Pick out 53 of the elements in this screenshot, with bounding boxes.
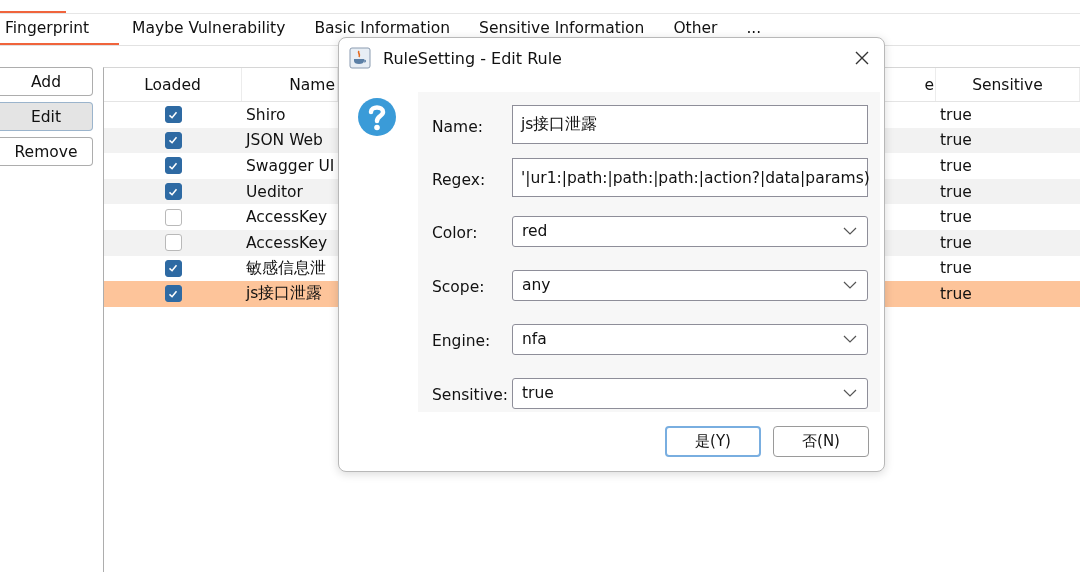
- checkbox[interactable]: [164, 106, 182, 124]
- table-cell: 敏感信息泄: [246, 257, 326, 279]
- side-button[interactable]: Edit: [0, 102, 93, 131]
- chevron-down-icon: [843, 227, 857, 235]
- field-label: Regex:: [432, 169, 487, 189]
- checkbox[interactable]: [164, 285, 182, 303]
- table-cell: true: [940, 157, 972, 175]
- table-cell: Shiro: [246, 105, 286, 124]
- table-cell: AccessKey: [246, 208, 328, 227]
- side-button[interactable]: Add: [0, 67, 93, 96]
- checkbox[interactable]: [164, 259, 182, 277]
- dialog-button[interactable]: 是(Y): [665, 426, 761, 457]
- table-cell: Swagger UI: [246, 157, 335, 175]
- field-label: Engine:: [432, 331, 492, 350]
- table-cell: true: [940, 208, 972, 227]
- table-cell: true: [940, 284, 972, 303]
- table-cell: Ueditor: [246, 182, 303, 201]
- dropdown[interactable]: nfa: [512, 323, 868, 355]
- question-icon: [357, 97, 397, 137]
- field-label: Name:: [432, 116, 484, 136]
- table-cell: true: [940, 182, 972, 201]
- checkbox[interactable]: [164, 208, 182, 226]
- table-cell: true: [940, 233, 972, 252]
- chevron-down-icon: [843, 389, 857, 397]
- checkbox[interactable]: [164, 234, 182, 252]
- dropdown[interactable]: red: [512, 215, 868, 247]
- tab[interactable]: Fingerprint: [0, 14, 120, 45]
- table-cell: AccessKey: [246, 233, 328, 252]
- dialog-button[interactable]: 否(N): [773, 426, 869, 457]
- close-icon[interactable]: [854, 50, 870, 66]
- chevron-down-icon: [843, 281, 857, 289]
- checkbox[interactable]: [164, 183, 182, 201]
- side-button[interactable]: Remove: [0, 137, 93, 166]
- table-cell: JSON Web: [246, 131, 323, 150]
- checkbox[interactable]: [164, 131, 182, 149]
- dropdown[interactable]: any: [512, 269, 868, 301]
- tab[interactable]: Maybe Vulnerability: [127, 14, 291, 45]
- table-cell: true: [940, 259, 972, 278]
- field-label: Color:: [432, 223, 479, 242]
- column-header[interactable]: Loaded: [104, 68, 242, 101]
- column-header[interactable]: Sensitive: [936, 68, 1080, 101]
- field-label: Scope:: [432, 277, 486, 296]
- table-cell: true: [940, 105, 972, 124]
- dropdown[interactable]: true: [512, 377, 868, 409]
- input-field[interactable]: '|ur1:|path:|path:|path:|action?|data|params): [512, 158, 868, 197]
- chevron-down-icon: [843, 335, 857, 343]
- input-field[interactable]: js接口泄露: [512, 105, 868, 144]
- coffee-cup-icon: [349, 47, 371, 69]
- field-label: Sensitive:: [432, 385, 509, 404]
- checkbox[interactable]: [164, 157, 182, 175]
- table-cell: true: [940, 131, 972, 150]
- table-cell: js接口泄露: [246, 283, 323, 305]
- window-title: RuleSetting - Edit Rule: [383, 48, 563, 68]
